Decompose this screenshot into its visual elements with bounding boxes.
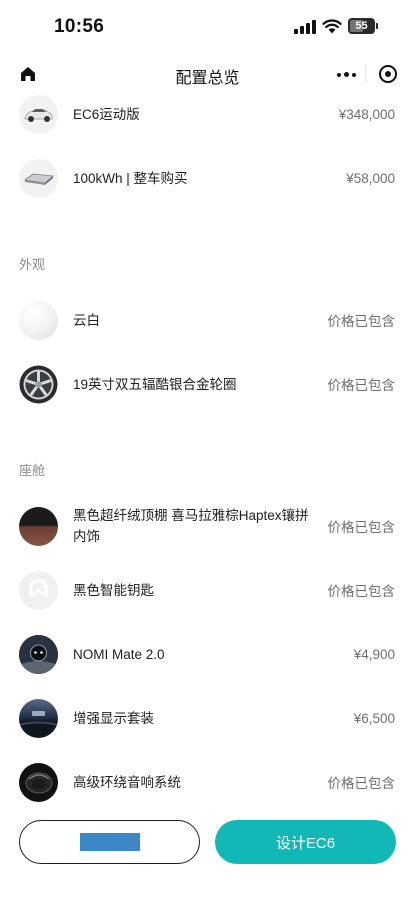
wifi-icon: [322, 19, 342, 34]
item-label: NOMI Mate 2.0: [73, 646, 165, 662]
item-label: 增强显示套装: [73, 710, 154, 726]
item-price: ¥58,000: [346, 170, 395, 186]
interior-swatch: [19, 506, 58, 546]
list-item[interactable]: EC6运动版 ¥348,000: [0, 92, 415, 146]
nomi-thumbnail: [19, 634, 58, 674]
list-item[interactable]: 云白 价格已包含: [0, 288, 415, 352]
status-bar: 10:56 55: [0, 0, 415, 56]
speaker-thumbnail: [19, 762, 58, 802]
mini-program-capsule: [323, 58, 407, 90]
item-label: 19英寸双五辐酷银合金轮圈: [73, 376, 237, 392]
config-overview-screen: 10:56 55 配置总览 EC6运动版 ¥348,000 100kWh | 整…: [0, 0, 415, 900]
nav-bar: 配置总览: [0, 56, 415, 92]
item-price: ¥6,500: [353, 710, 395, 726]
item-price: 价格已包含: [327, 378, 396, 393]
item-label: 黑色超纤绒顶棚 喜马拉雅棕Haptex镶拼内饰: [73, 508, 309, 544]
cellular-signal-icon: [294, 20, 316, 34]
car-thumbnail: [19, 94, 58, 134]
battery-icon: 55: [348, 18, 378, 34]
list-item[interactable]: NOMI Mate 2.0 ¥4,900: [0, 622, 415, 686]
white-paint-swatch: [19, 300, 58, 340]
redacted-label: [79, 833, 140, 851]
list-item[interactable]: 黑色超纤绒顶棚 喜马拉雅棕Haptex镶拼内饰 价格已包含: [0, 494, 415, 558]
item-label: EC6运动版: [73, 106, 140, 122]
design-ec6-button-label: 设计EC6: [275, 834, 336, 852]
item-label: 黑色智能钥匙: [73, 582, 154, 598]
item-price: 价格已包含: [327, 520, 396, 535]
item-price: ¥348,000: [338, 106, 395, 122]
list-item[interactable]: 19英寸双五辐酷银合金轮圈 价格已包含: [0, 352, 415, 416]
list-item[interactable]: 增强显示套装 ¥6,500: [0, 686, 415, 750]
section-title-exterior: 外观: [19, 257, 46, 272]
close-target-icon[interactable]: [379, 65, 397, 83]
display-thumbnail: [19, 698, 58, 738]
list-item[interactable]: 高级环绕音响系统 价格已包含: [0, 750, 415, 808]
battery-level: 55: [355, 20, 368, 32]
item-price: 价格已包含: [327, 776, 396, 791]
bottom-action-bar: 设计EC6: [0, 808, 415, 900]
item-label: 高级环绕音响系统: [73, 774, 181, 790]
key-thumbnail: [19, 570, 58, 610]
item-label: 云白: [73, 312, 100, 328]
item-label: 100kWh | 整车购买: [73, 170, 188, 186]
more-icon[interactable]: [337, 72, 357, 78]
item-price: ¥4,900: [353, 646, 395, 662]
design-ec6-button[interactable]: 设计EC6: [215, 820, 396, 864]
list-item[interactable]: 100kWh | 整车购买 ¥58,000: [0, 146, 415, 210]
status-time: 10:56: [54, 16, 105, 37]
secondary-button[interactable]: [19, 820, 200, 864]
battery-pack-thumbnail: [19, 158, 58, 198]
wheel-thumbnail: [19, 364, 58, 404]
list-item[interactable]: 黑色智能钥匙 价格已包含: [0, 558, 415, 622]
section-title-cabin: 座舱: [19, 463, 46, 478]
item-price: 价格已包含: [327, 584, 396, 599]
item-price: 价格已包含: [327, 314, 396, 329]
config-list[interactable]: EC6运动版 ¥348,000 100kWh | 整车购买 ¥58,000 外观…: [0, 92, 415, 808]
